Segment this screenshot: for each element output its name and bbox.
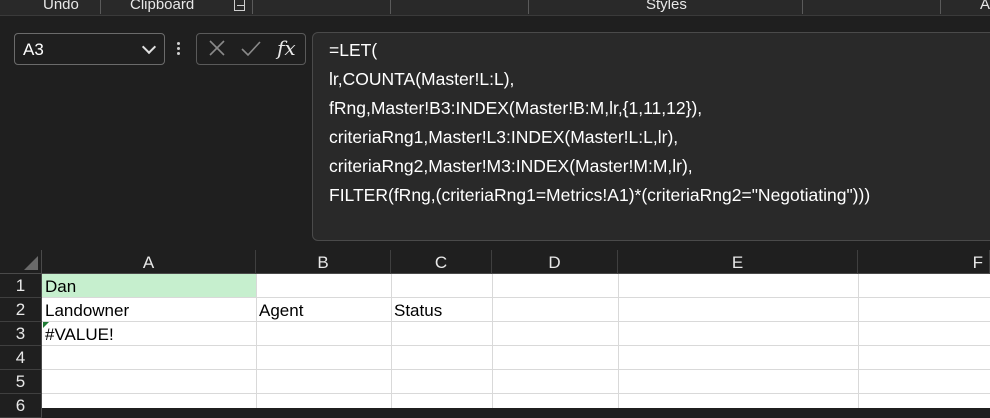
select-all-button[interactable]: [0, 250, 42, 274]
ribbon-group-undo: Undo: [43, 0, 79, 13]
formula-line: lr,COUNTA(Master!L:L),: [329, 69, 515, 89]
cell-area[interactable]: Dan Landowner Agent Status #VALUE!: [42, 274, 990, 408]
formula-line: FILTER(fRng,(criteriaRng1=Metrics!A1)*(c…: [329, 185, 871, 205]
ribbon-separator: [802, 0, 803, 14]
column-header-f[interactable]: F: [858, 250, 990, 274]
gridline: [492, 274, 493, 408]
formula-bar-buttons: fx: [196, 33, 306, 65]
row-header-5[interactable]: 5: [0, 370, 42, 394]
gridline: [391, 274, 392, 408]
chevron-down-icon[interactable]: [141, 39, 157, 55]
gridline: [858, 274, 859, 408]
gridline: [256, 274, 257, 408]
ribbon-group-a: A: [980, 0, 990, 13]
insert-function-icon[interactable]: fx: [277, 36, 296, 60]
ribbon-separator: [100, 0, 101, 14]
column-header-c[interactable]: C: [391, 250, 492, 274]
ribbon-group-styles: Styles: [646, 0, 687, 13]
worksheet-grid: A B C D E F 1 2 3 4 5 6 Dan Landowner Ag…: [0, 250, 990, 418]
formula-line: fRng,Master!B3:INDEX(Master!B:M,lr,{1,11…: [329, 98, 703, 118]
formula-line: criteriaRng1,Master!L3:INDEX(Master!L:L,…: [329, 127, 679, 147]
formula-input[interactable]: =LET( lr,COUNTA(Master!L:L), fRng,Master…: [312, 32, 990, 241]
column-header-d[interactable]: D: [492, 250, 618, 274]
gridline: [42, 369, 990, 370]
name-box[interactable]: A3: [14, 33, 165, 65]
column-header-e[interactable]: E: [618, 250, 858, 274]
ribbon-group-clipboard: Clipboard: [130, 0, 195, 13]
ribbon-separator: [940, 0, 941, 14]
column-header-b[interactable]: B: [256, 250, 391, 274]
row-header-6[interactable]: 6: [0, 394, 42, 418]
dialog-launcher-icon[interactable]: [234, 0, 245, 11]
row-header-3[interactable]: 3: [0, 322, 42, 346]
formula-line: criteriaRng2,Master!M3:INDEX(Master!M:M,…: [329, 156, 693, 176]
row-header-1[interactable]: 1: [0, 274, 42, 298]
error-indicator-icon[interactable]: [43, 322, 49, 328]
name-box-value: A3: [23, 40, 44, 59]
gridline: [42, 393, 990, 394]
cell-b2[interactable]: Agent: [256, 298, 391, 321]
cell-c2[interactable]: Status: [391, 298, 492, 321]
formula-line: =LET(: [329, 40, 378, 60]
gridline: [618, 274, 619, 408]
cell-a3[interactable]: #VALUE!: [42, 322, 256, 345]
row-header-4[interactable]: 4: [0, 346, 42, 370]
ribbon-group-labels: Undo Clipboard Styles A: [0, 0, 990, 16]
cancel-x-icon[interactable]: [201, 34, 233, 64]
row-header-2[interactable]: 2: [0, 298, 42, 322]
column-header-a[interactable]: A: [42, 250, 256, 274]
ribbon-separator: [528, 0, 529, 14]
cell-a2[interactable]: Landowner: [42, 298, 256, 321]
cell-a1[interactable]: Dan: [42, 274, 256, 297]
ribbon-separator: [390, 0, 391, 14]
gridline: [42, 345, 990, 346]
checkmark-icon[interactable]: [235, 34, 267, 64]
formula-bar-resize-handle[interactable]: [177, 36, 181, 60]
ribbon-separator: [252, 0, 253, 14]
